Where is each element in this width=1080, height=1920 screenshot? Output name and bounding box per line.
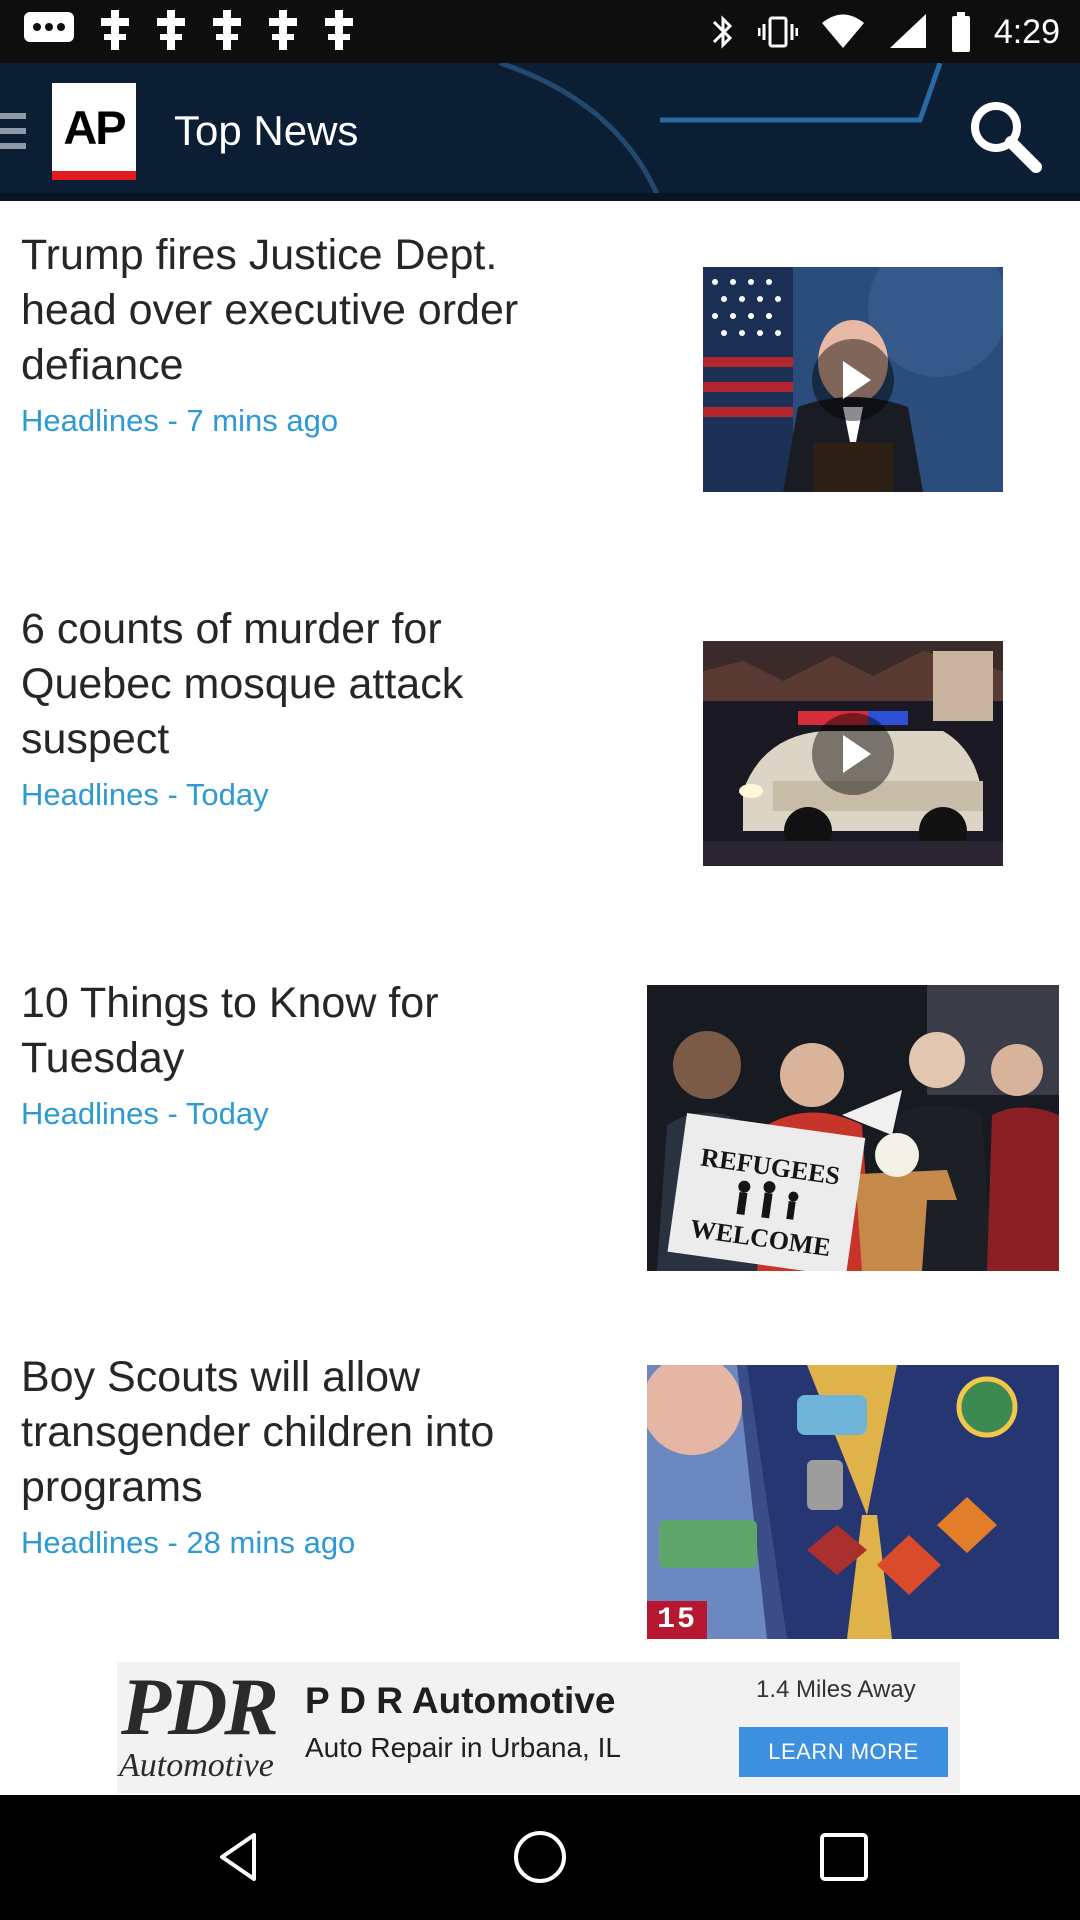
badge-number: 15 (657, 1603, 698, 1637)
ad-logo[interactable]: PDR Automotive (117, 1666, 297, 1790)
notification-icon (325, 10, 353, 50)
clock: 4:29 (993, 13, 1060, 51)
article-thumbnail[interactable] (703, 641, 1003, 866)
home-icon[interactable] (510, 1827, 570, 1887)
article-meta: Headlines - 7 mins ago (21, 403, 339, 438)
ap-logo[interactable]: AP (52, 83, 136, 180)
search-icon[interactable] (966, 97, 1044, 175)
app-bar-decoration (0, 63, 1080, 201)
ad-banner[interactable]: PDR Automotive P D R Automotive Auto Rep… (117, 1662, 960, 1793)
learn-more-button[interactable]: LEARN MORE (739, 1727, 948, 1777)
notification-icon (269, 10, 297, 50)
news-item[interactable]: Boy Scouts will allow transgender childr… (0, 1323, 1080, 1662)
battery-icon (951, 12, 970, 52)
bluetooth-icon (712, 15, 732, 49)
back-icon[interactable] (208, 1827, 268, 1887)
page-title: Top News (174, 107, 359, 154)
headline[interactable]: 6 counts of murder for Quebec mosque att… (21, 602, 463, 767)
notification-icon (101, 10, 129, 50)
recents-icon[interactable] (814, 1827, 874, 1887)
article-thumbnail[interactable]: 15 (647, 1365, 1059, 1639)
message-icon (24, 12, 74, 42)
status-bar: 4:29 (0, 0, 1080, 63)
wifi-icon (821, 14, 864, 48)
ad-distance: 1.4 Miles Away (756, 1676, 916, 1703)
ad-subtitle: Auto Repair in Urbana, IL (305, 1732, 621, 1763)
article-thumbnail[interactable]: REFUGEES WELCOME (647, 985, 1059, 1271)
notification-icon (213, 10, 241, 50)
article-meta: Headlines - Today (21, 1096, 269, 1131)
play-icon[interactable] (812, 712, 894, 795)
news-item[interactable]: Trump fires Justice Dept. head over exec… (0, 201, 1080, 575)
headline[interactable]: Trump fires Justice Dept. head over exec… (21, 228, 518, 393)
navigation-bar (0, 1795, 1080, 1920)
ad-title[interactable]: P D R Automotive (305, 1680, 615, 1722)
article-thumbnail[interactable] (703, 267, 1003, 492)
article-meta: Headlines - Today (21, 777, 269, 812)
app-bar: AP Top News (0, 63, 1080, 201)
article-meta: Headlines - 28 mins ago (21, 1525, 356, 1560)
signal-icon (889, 14, 926, 48)
news-item[interactable]: 10 Things to Know for Tuesday Headlines … (0, 949, 1080, 1323)
headline[interactable]: Boy Scouts will allow transgender childr… (21, 1350, 494, 1515)
hamburger-menu-icon[interactable] (0, 113, 30, 153)
notification-icon (157, 10, 185, 50)
news-item[interactable]: 6 counts of murder for Quebec mosque att… (0, 575, 1080, 949)
vibrate-icon (757, 16, 798, 48)
headline[interactable]: 10 Things to Know for Tuesday (21, 976, 439, 1086)
play-icon[interactable] (812, 338, 894, 421)
